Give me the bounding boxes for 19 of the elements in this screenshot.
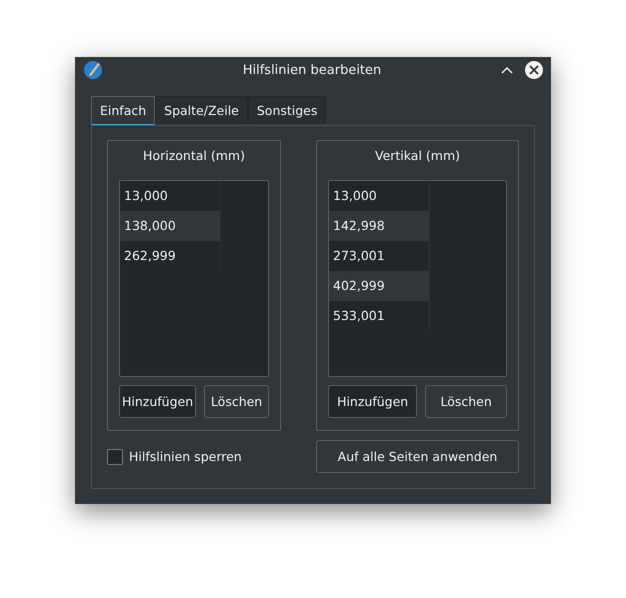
list-item[interactable]: 142,998 [329,211,429,241]
pen-logo-icon [83,60,103,80]
tab[interactable]: Spalte/Zeile [155,96,248,124]
add-button[interactable]: Hinzufügen [328,385,418,418]
list-item[interactable]: 402,999 [329,271,429,301]
checkbox[interactable] [107,448,123,464]
delete-button[interactable]: Löschen [204,385,269,418]
list-item[interactable]: 138,000 [120,211,220,241]
tab[interactable]: Sonstiges [248,96,326,124]
checkbox-label[interactable]: Hilfslinien sperren [129,449,242,464]
group-title: Vertikal (mm) [374,147,462,165]
close-icon[interactable] [525,61,543,79]
apply-button[interactable]: Auf alle Seiten anwenden [316,440,519,473]
window-title: Hilfslinien bearbeiten [242,62,382,78]
tab[interactable]: Einfach [91,96,156,126]
delete-button[interactable]: Löschen [425,385,507,418]
collapse-icon[interactable] [501,66,513,74]
group-title: Horizontal (mm) [142,147,246,165]
add-button[interactable]: Hinzufügen [119,385,196,418]
